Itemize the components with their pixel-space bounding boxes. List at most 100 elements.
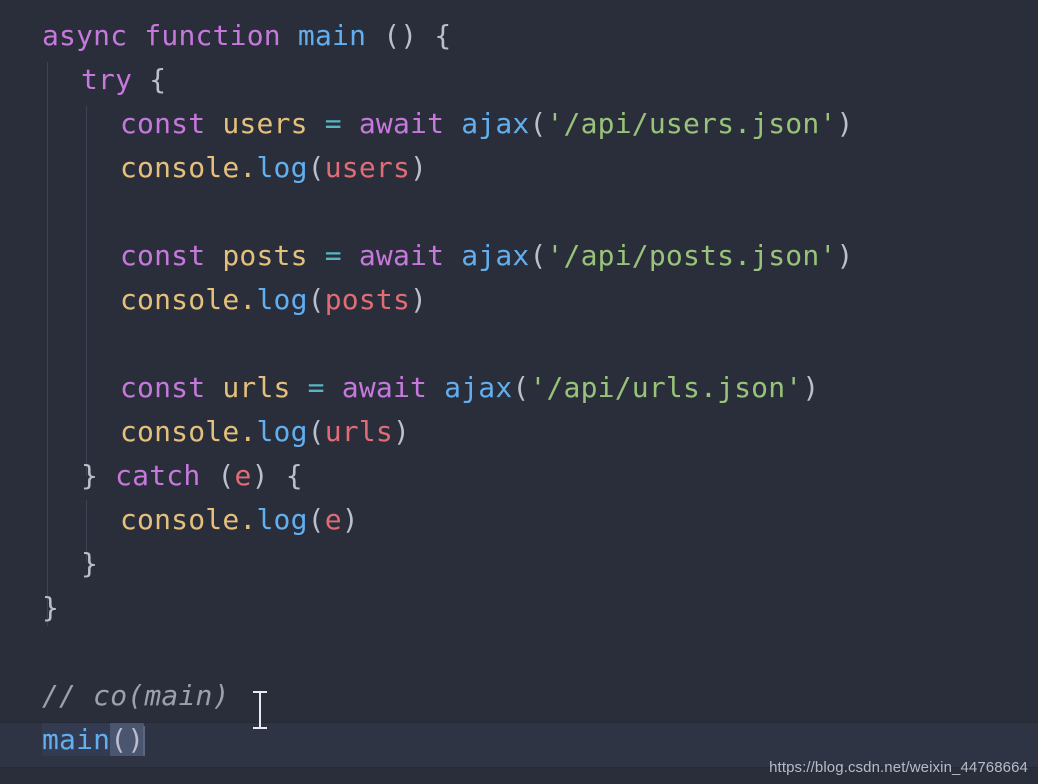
code-token-punct: ( [307, 283, 325, 316]
code-token-prop: log [256, 503, 308, 536]
code-token-punct: () [110, 723, 145, 756]
code-token-param: posts [324, 283, 411, 316]
code-token-var: users [222, 107, 308, 140]
code-line[interactable]: // co(main) [0, 674, 1038, 718]
code-token-func: ajax [461, 239, 530, 272]
code-line[interactable]: async function main () { [0, 14, 1038, 58]
code-line[interactable]: console.log(posts) [0, 278, 1038, 322]
code-token-var: urls [222, 371, 291, 404]
code-token-punct: { [285, 459, 303, 492]
code-token-op: = [324, 239, 342, 272]
code-token-func: main [42, 723, 111, 756]
code-token-func: ajax [461, 107, 530, 140]
code-token-keyword: try [81, 63, 133, 96]
code-token-prop: log [256, 283, 308, 316]
code-token-string: '/api/users.json' [546, 107, 837, 140]
code-token-var: . [239, 415, 257, 448]
code-token-punct: { [434, 19, 452, 52]
code-line[interactable]: console.log(users) [0, 146, 1038, 190]
code-token-string: '/api/urls.json' [529, 371, 803, 404]
code-line[interactable] [0, 630, 1038, 674]
code-token-func: ajax [444, 371, 513, 404]
code-token-param: users [324, 151, 411, 184]
code-token-func: main [297, 19, 367, 52]
code-token-punct: } [42, 591, 60, 624]
code-token-param: e [324, 503, 342, 536]
code-token-punct: ) [341, 503, 359, 536]
code-line[interactable]: console.log(urls) [0, 410, 1038, 454]
code-line[interactable]: main() [0, 718, 1038, 762]
code-token-var: console [120, 151, 240, 184]
code-token-var: . [239, 283, 257, 316]
code-token-param: urls [324, 415, 393, 448]
code-token-op: = [324, 107, 342, 140]
code-token-punct: { [149, 63, 167, 96]
code-token-var: console [120, 503, 240, 536]
watermark-url: https://blog.csdn.net/weixin_44768664 [769, 759, 1028, 776]
code-token-comment: // co(main) [42, 679, 230, 712]
code-token-keyword: await [341, 371, 428, 404]
code-token-keyword: const [120, 371, 206, 404]
code-token-param: e [234, 459, 252, 492]
code-token-punct: ( [307, 415, 325, 448]
code-token-var: . [239, 503, 257, 536]
code-line[interactable]: } catch (e) { [0, 454, 1038, 498]
code-token-prop: log [256, 415, 308, 448]
code-line[interactable]: const users = await ajax('/api/users.jso… [0, 102, 1038, 146]
code-line[interactable]: console.log(e) [0, 498, 1038, 542]
code-editor[interactable]: async function main () {try {const users… [0, 0, 1038, 784]
code-token-punct: } [81, 459, 99, 492]
code-token-keyword: function [144, 19, 281, 52]
code-token-op: = [307, 371, 325, 404]
code-token-punct: ) [251, 459, 269, 492]
code-line[interactable]: } [0, 586, 1038, 630]
text-caret [143, 726, 146, 756]
code-token-punct: ( [307, 151, 325, 184]
code-token-keyword: catch [115, 459, 201, 492]
code-token-punct: } [81, 547, 99, 580]
code-token-punct: ( [529, 107, 547, 140]
code-token-prop: log [256, 151, 308, 184]
code-token-punct: ) [392, 415, 411, 448]
code-token-string: '/api/posts.json' [546, 239, 837, 272]
code-token-punct: ( [307, 503, 325, 536]
code-token-keyword: await [358, 239, 445, 272]
code-token-keyword: const [120, 239, 206, 272]
code-token-punct: ) [836, 107, 854, 140]
code-line[interactable]: const urls = await ajax('/api/urls.json'… [0, 366, 1038, 410]
code-line[interactable]: } [0, 542, 1038, 586]
code-token-punct: ) [802, 371, 820, 404]
code-token-keyword: await [358, 107, 445, 140]
code-line[interactable]: const posts = await ajax('/api/posts.jso… [0, 234, 1038, 278]
code-token-punct: ( [512, 371, 530, 404]
code-token-punct: () [383, 19, 418, 52]
code-token-punct: ( [217, 459, 235, 492]
code-token-var: console [120, 283, 240, 316]
code-token-var: posts [222, 239, 308, 272]
code-token-keyword: const [120, 107, 206, 140]
code-token-punct: ) [410, 151, 428, 184]
code-content-area[interactable]: async function main () {try {const users… [0, 0, 1038, 784]
code-line[interactable]: try { [0, 58, 1038, 102]
code-line[interactable] [0, 322, 1038, 366]
code-token-punct: ( [529, 239, 547, 272]
code-line[interactable] [0, 190, 1038, 234]
code-token-punct: ) [836, 239, 854, 272]
